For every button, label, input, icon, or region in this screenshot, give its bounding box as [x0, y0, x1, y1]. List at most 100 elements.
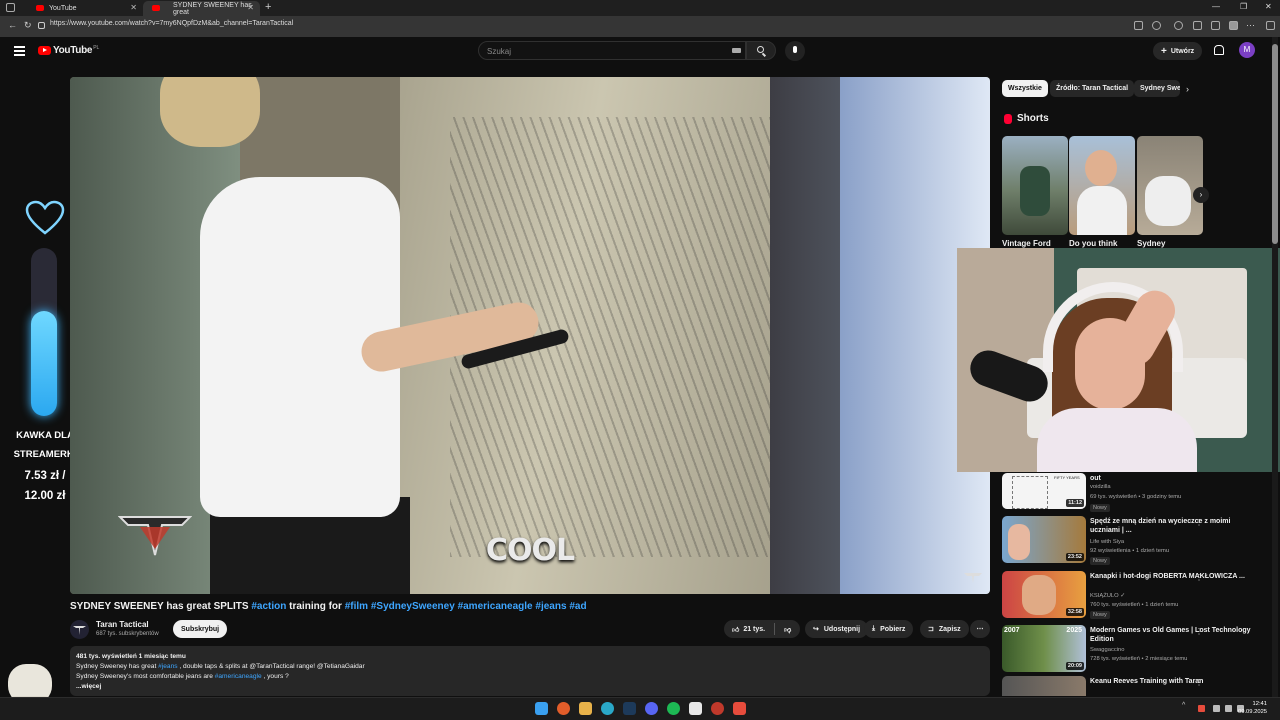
recommendation-channel[interactable]: KSIĄŻULO ✓: [1090, 593, 1125, 599]
close-tab-icon[interactable]: ✕: [130, 3, 137, 12]
chevron-right-icon[interactable]: ›: [1186, 84, 1189, 94]
taran-tactical-logo: [118, 516, 192, 556]
create-button[interactable]: + Utwórz: [1153, 42, 1203, 60]
hashtag-link[interactable]: #americaneagle: [458, 601, 533, 612]
donation-goal: 12.00 zł: [24, 490, 66, 502]
like-button[interactable]: 👍︎ 21 tys.: [732, 625, 765, 634]
hashtag-link[interactable]: #jeans: [535, 601, 566, 612]
recommendation-channel[interactable]: Life with Siya: [1090, 539, 1124, 545]
minimize-icon[interactable]: —: [1212, 2, 1220, 11]
save-button[interactable]: ⊐ Zapisz: [920, 620, 969, 638]
more-options-icon[interactable]: ⋮: [1195, 518, 1203, 527]
search-input[interactable]: Szukaj: [478, 41, 746, 60]
edge-icon[interactable]: [601, 702, 614, 715]
duration-badge: 23:52: [1065, 553, 1084, 561]
search-button[interactable]: [746, 41, 776, 60]
recommendation-item[interactable]: Keanu Reeves Training with Taran ⋮: [1002, 676, 1272, 696]
extension-icon[interactable]: [1174, 21, 1183, 30]
new-badge: Nowy: [1090, 557, 1110, 565]
discord-icon[interactable]: [645, 702, 658, 715]
description-meta: 481 tys. wyświetleń 1 miesiąc temu: [76, 653, 186, 660]
voice-search-button[interactable]: [785, 41, 805, 61]
browser-tab-youtube[interactable]: YouTube ✕: [27, 1, 143, 16]
tab-actions-icon[interactable]: [6, 3, 15, 12]
extensions-puzzle-icon[interactable]: [1193, 21, 1202, 30]
recommendation-item[interactable]: 32:58 Kanapki i hot-dogi ROBERTA MAKŁOWI…: [1002, 571, 1272, 621]
profile-icon[interactable]: [1229, 21, 1238, 30]
recommendation-item[interactable]: 2007 2025 20:09 Modern Games vs Old Game…: [1002, 625, 1272, 675]
notes-app-icon[interactable]: [689, 702, 702, 715]
hashtag-link[interactable]: #ad: [569, 601, 586, 612]
channel-avatar[interactable]: [70, 620, 89, 639]
show-more-link[interactable]: ...więcej: [76, 682, 984, 692]
more-options-icon[interactable]: ⋮: [1195, 627, 1203, 636]
short-thumbnail[interactable]: [1069, 136, 1135, 235]
close-tab-icon[interactable]: ✕: [247, 3, 254, 12]
chip-sydney[interactable]: Sydney Sweeney: [1134, 80, 1180, 97]
more-options-icon[interactable]: ⋮: [1195, 678, 1203, 687]
subscribe-button[interactable]: Subskrybuj: [173, 620, 228, 638]
hashtag-link[interactable]: #SydneySweeney: [371, 601, 455, 612]
recommendation-item[interactable]: 23:52 Spędź ze mną dzień na wycieczce z …: [1002, 516, 1272, 566]
hashtag-link[interactable]: #film: [345, 601, 368, 612]
start-icon[interactable]: [535, 702, 548, 715]
calendar-app-icon[interactable]: [733, 702, 746, 715]
recommendation-channel[interactable]: voidzilla: [1090, 484, 1111, 490]
tab-label: SYDNEY SWEENEY has great: [173, 1, 252, 16]
share-button[interactable]: ↪ Udostępnij: [805, 620, 869, 638]
menu-icon[interactable]: [14, 46, 25, 58]
hashtag-link[interactable]: #jeans: [158, 663, 177, 670]
short-title[interactable]: Do you think: [1069, 239, 1117, 248]
chip-all[interactable]: Wszystkie: [1002, 80, 1048, 97]
keyboard-icon[interactable]: [732, 48, 741, 53]
obs-icon[interactable]: [711, 702, 724, 715]
back-icon[interactable]: ←: [8, 20, 17, 30]
site-info-icon[interactable]: [38, 22, 45, 29]
browser-menu-icon[interactable]: ⋯: [1246, 20, 1255, 31]
network-icon[interactable]: [1213, 705, 1220, 712]
maximize-icon[interactable]: ❐: [1240, 2, 1247, 11]
volume-icon[interactable]: [1225, 705, 1232, 712]
video-description[interactable]: 481 tys. wyświetleń 1 miesiąc temu Sydne…: [70, 646, 990, 696]
youtube-logo[interactable]: YouTube PL: [38, 45, 99, 56]
shorts-next-button[interactable]: ›: [1193, 187, 1209, 203]
recommendation-views: 92 wyświetlenia • 1 dzień temu: [1090, 548, 1170, 554]
hashtag-link[interactable]: #americaneagle: [215, 673, 262, 680]
copilot-icon[interactable]: [1266, 21, 1275, 30]
steam-icon[interactable]: [623, 702, 636, 715]
system-clock[interactable]: 12:41 09.09.2025: [1238, 700, 1267, 716]
url-field[interactable]: https://www.youtube.com/watch?v=7my6NQpf…: [50, 20, 293, 27]
browser-tab-video[interactable]: SYDNEY SWEENEY has great ✕: [143, 1, 260, 16]
short-thumbnail[interactable]: [1002, 136, 1068, 235]
bookmark-star-icon[interactable]: [1152, 21, 1161, 30]
donation-current: 7.53 zł /: [24, 470, 66, 482]
firefox-icon[interactable]: [557, 702, 570, 715]
tray-overflow-icon[interactable]: ^: [1182, 702, 1189, 709]
favorites-icon[interactable]: [1211, 21, 1220, 30]
recommendation-channel[interactable]: Swaggaccino: [1090, 647, 1124, 653]
channel-watermark-icon[interactable]: [963, 571, 983, 585]
download-button[interactable]: ⤓ Pobierz: [864, 620, 914, 638]
recommendation-thumbnail: 32:58: [1002, 571, 1086, 618]
mic-tray-icon[interactable]: [1198, 705, 1205, 712]
page-scrollbar-thumb[interactable]: [1272, 44, 1278, 244]
dislike-button[interactable]: 👎︎: [784, 625, 791, 634]
short-title[interactable]: Vintage Ford: [1002, 239, 1051, 248]
reload-icon[interactable]: ↻: [24, 20, 32, 31]
account-avatar[interactable]: M: [1239, 42, 1255, 58]
install-app-icon[interactable]: [1134, 21, 1143, 30]
file-explorer-icon[interactable]: [579, 702, 592, 715]
close-window-icon[interactable]: ✕: [1265, 2, 1272, 11]
short-thumbnail[interactable]: [1137, 136, 1203, 235]
notifications-bell-icon[interactable]: [1213, 45, 1224, 55]
chip-source[interactable]: Źródło: Taran Tactical: [1050, 80, 1135, 97]
hashtag-link[interactable]: #action: [251, 601, 286, 612]
spotify-icon[interactable]: [667, 702, 680, 715]
new-tab-button[interactable]: +: [265, 1, 271, 13]
channel-name[interactable]: Taran Tactical: [96, 620, 149, 629]
more-actions-button[interactable]: ⋯: [970, 620, 990, 638]
video-player[interactable]: COOL: [70, 77, 990, 594]
short-title[interactable]: Sydney: [1137, 239, 1165, 248]
more-options-icon[interactable]: ⋮: [1195, 573, 1203, 582]
recommendation-title: Spędź ze mną dzień na wycieczce z moimi …: [1090, 518, 1231, 534]
